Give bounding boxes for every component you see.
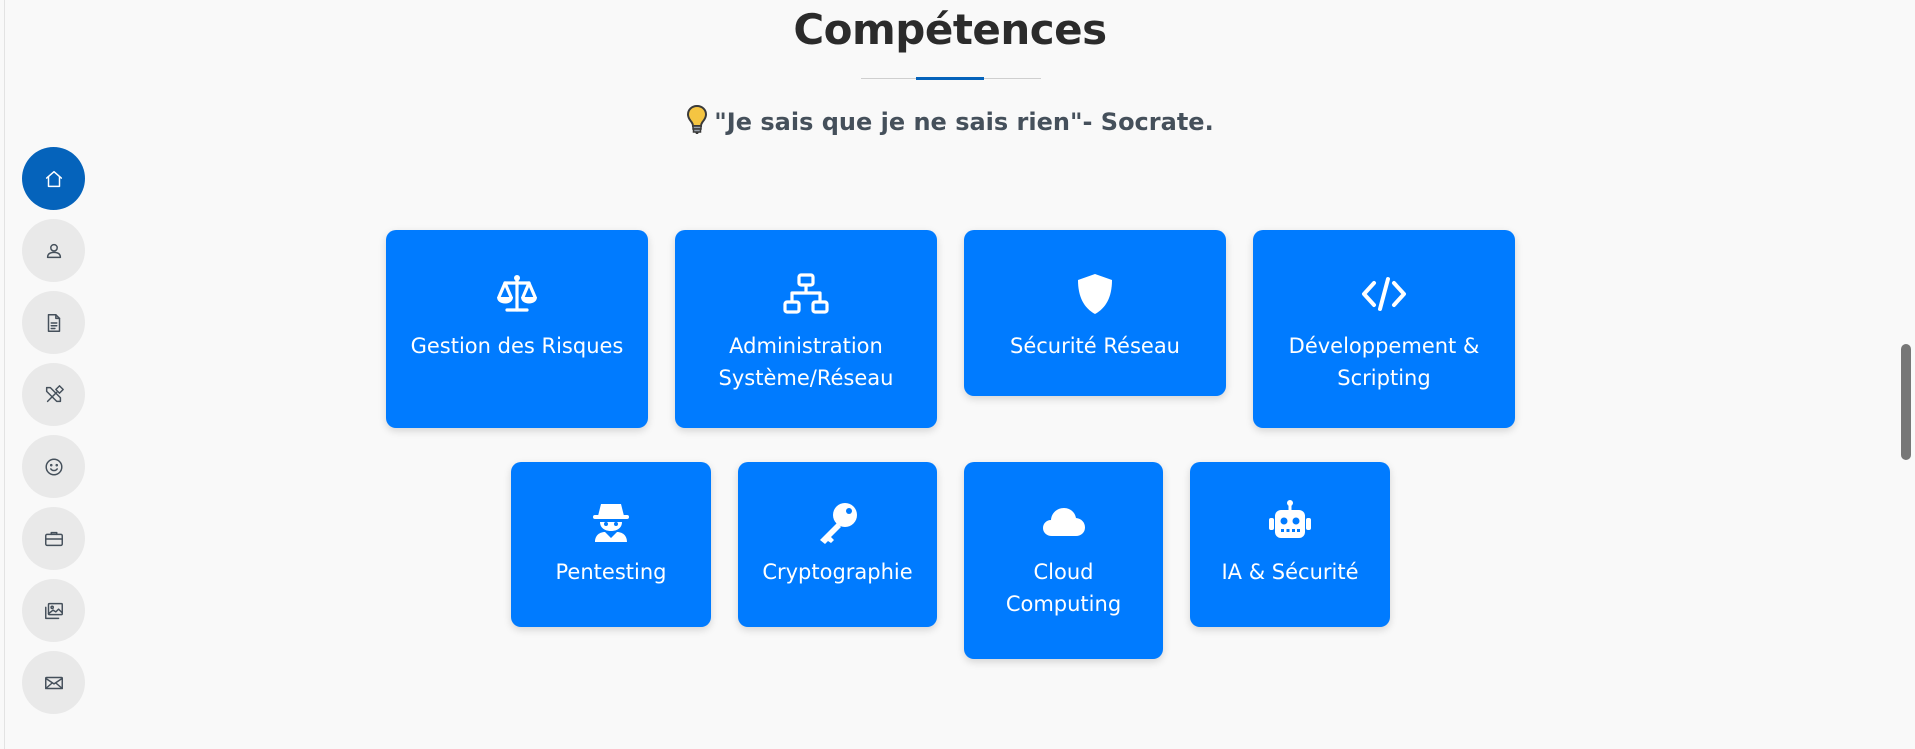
nav-item-about[interactable]	[22, 219, 85, 282]
robot-icon	[1269, 500, 1311, 538]
nav-item-interests[interactable]	[22, 435, 85, 498]
envelope-icon	[44, 676, 63, 689]
network-icon	[783, 273, 829, 314]
skill-label: Pentesting	[555, 560, 667, 584]
skill-label: Cloud Computing	[1005, 560, 1122, 616]
skill-card-sysadmin[interactable]: Administration Système/Réseau	[675, 230, 937, 428]
code-icon	[1362, 277, 1406, 311]
person-icon	[46, 243, 61, 258]
briefcase-icon	[44, 531, 63, 546]
spy-icon	[593, 504, 629, 542]
skill-label: Gestion des Risques	[410, 334, 624, 358]
shield-icon	[1078, 274, 1112, 314]
lightbulb-icon	[687, 104, 708, 134]
skill-card-pentesting[interactable]: Pentesting	[511, 462, 711, 627]
section-title: Compétences	[793, 5, 1107, 54]
skill-label: Cryptographie	[762, 560, 913, 584]
skill-card-development[interactable]: Développement & Scripting	[1253, 230, 1515, 428]
images-icon	[44, 602, 63, 619]
nav-item-portfolio[interactable]	[22, 507, 85, 570]
skill-card-ai-security[interactable]: IA & Sécurité	[1190, 462, 1390, 627]
smile-icon	[44, 457, 63, 476]
skill-label: IA & Sécurité	[1221, 560, 1359, 584]
nav-item-skills[interactable]	[22, 363, 85, 426]
sidebar-nav	[22, 147, 85, 723]
skill-card-cloud[interactable]: Cloud Computing	[964, 462, 1163, 659]
nav-item-contact[interactable]	[22, 651, 85, 714]
skill-label: Administration Système/Réseau	[718, 334, 894, 390]
skill-card-network-security[interactable]: Sécurité Réseau	[964, 230, 1226, 396]
cloud-icon	[1042, 508, 1085, 536]
quote-text: "Je sais que je ne sais rien"- Socrate.	[714, 108, 1214, 136]
home-icon	[45, 170, 62, 187]
skill-label: Sécurité Réseau	[1009, 334, 1180, 358]
tools-icon	[45, 384, 64, 402]
skill-card-cryptography[interactable]: Cryptographie	[738, 462, 937, 627]
scale-icon	[497, 275, 537, 312]
skill-card-risk-management[interactable]: Gestion des Risques	[386, 230, 648, 428]
nav-item-resume[interactable]	[22, 291, 85, 354]
document-icon	[47, 313, 60, 332]
scrollbar-thumb[interactable]	[1901, 344, 1911, 460]
title-divider-accent	[916, 77, 984, 80]
skill-label: Développement & Scripting	[1288, 334, 1480, 390]
key-icon	[819, 503, 857, 544]
nav-item-gallery[interactable]	[22, 579, 85, 642]
section-quote: "Je sais que je ne sais rien"- Socrate.	[0, 104, 1900, 136]
nav-item-home[interactable]	[22, 147, 85, 210]
